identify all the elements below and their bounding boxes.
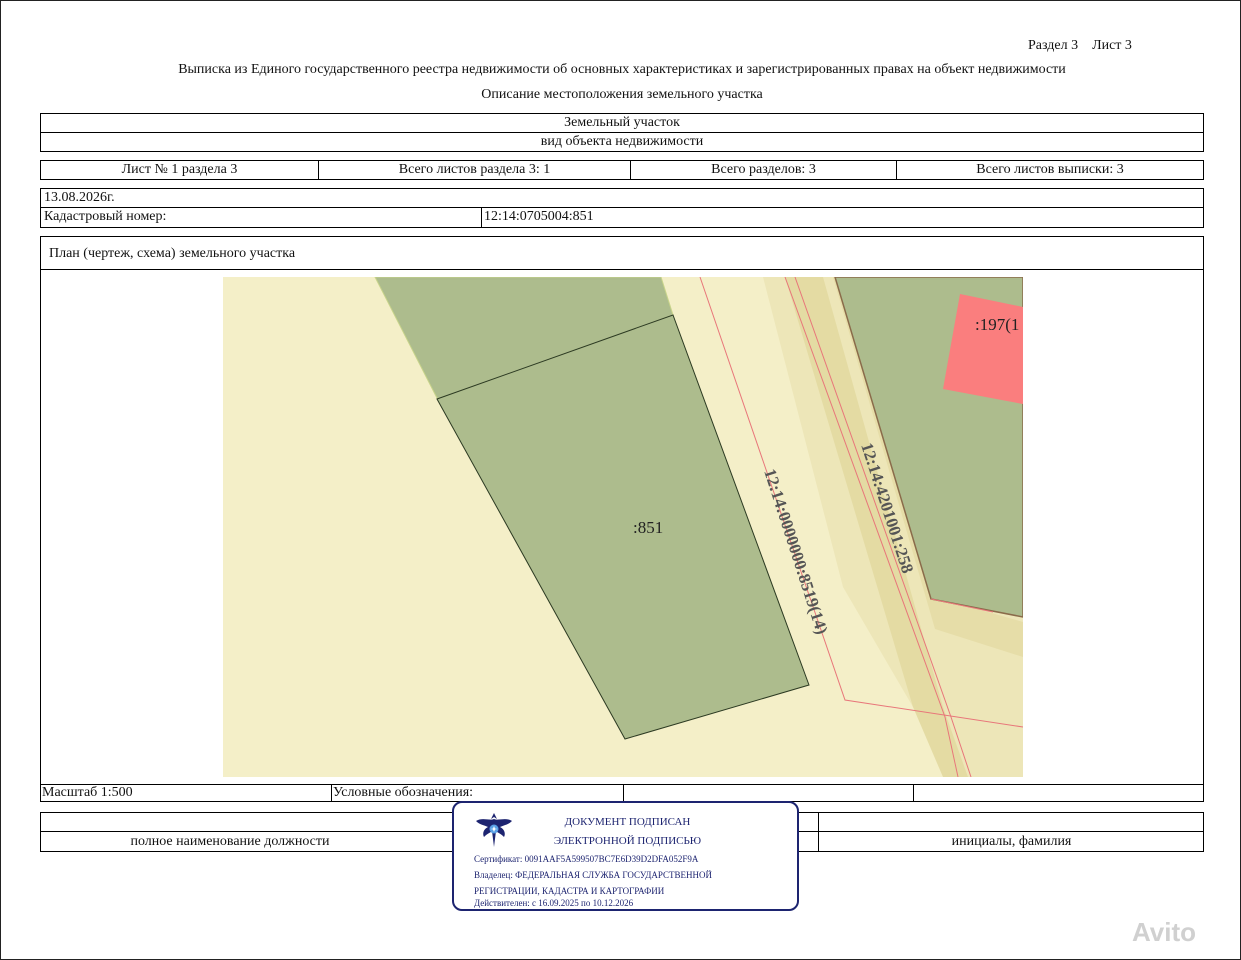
avito-watermark: Avito xyxy=(1132,917,1197,947)
sheet-number: Лист № 1 раздела 3 xyxy=(40,160,319,180)
cadastral-label: Кадастровый номер: xyxy=(40,207,482,228)
total-sheets-section: Всего листов раздела 3: 1 xyxy=(318,160,631,180)
total-sections: Всего разделов: 3 xyxy=(630,160,897,180)
cadastral-map: :851 :197(1 12:14:0000000:8519(14) 12:14… xyxy=(223,277,1023,777)
stamp-owner-1: Владелец: ФЕДЕРАЛЬНАЯ СЛУЖБА ГОСУДАРСТВЕ… xyxy=(474,870,713,880)
stamp-owner-2: РЕГИСТРАЦИИ, КАДАСТРА И КАРТОГРАФИИ xyxy=(474,886,665,896)
total-sheets-extract: Всего листов выписки: 3 xyxy=(896,160,1204,180)
section-sheet-label: Раздел 3 Лист 3 xyxy=(1028,38,1132,53)
label-parcel-851: :851 xyxy=(633,518,663,537)
document-subtitle: Описание местоположения земельного участ… xyxy=(481,87,763,102)
label-parcel-197: :197(1 xyxy=(975,315,1019,334)
scale-label: Масштаб 1:500 xyxy=(40,784,332,802)
plan-title: План (чертеж, схема) земельного участка xyxy=(40,236,1204,270)
stamp-line-1: ДОКУМЕНТ ПОДПИСАН xyxy=(564,816,691,828)
object-type: Земельный участок xyxy=(40,113,1204,133)
extract-date: 13.08.2026г. xyxy=(40,188,1204,208)
object-type-caption: вид объекта недвижимости xyxy=(40,132,1204,152)
legend-label: Условные обозначения: xyxy=(331,784,624,802)
legend-cell-3 xyxy=(913,784,1204,802)
stamp-certificate: Сертификат: 0091AAF5A599507BC7E6D39D2DFA… xyxy=(474,854,699,864)
stamp-validity: Действителен: с 16.09.2025 по 10.12.2026 xyxy=(474,898,634,908)
legend-cell-2 xyxy=(623,784,914,802)
document-title: Выписка из Единого государственного реес… xyxy=(178,62,1066,77)
stamp-line-2: ЭЛЕКТРОННОЙ ПОДПИСЬЮ xyxy=(553,835,702,847)
name-caption: инициалы, фамилия xyxy=(951,834,1072,849)
cadastral-number: 12:14:0705004:851 xyxy=(481,207,1204,228)
position-caption: полное наименование должности xyxy=(130,834,330,849)
electronic-signature-stamp: ДОКУМЕНТ ПОДПИСАН ЭЛЕКТРОННОЙ ПОДПИСЬЮ С… xyxy=(452,801,799,911)
